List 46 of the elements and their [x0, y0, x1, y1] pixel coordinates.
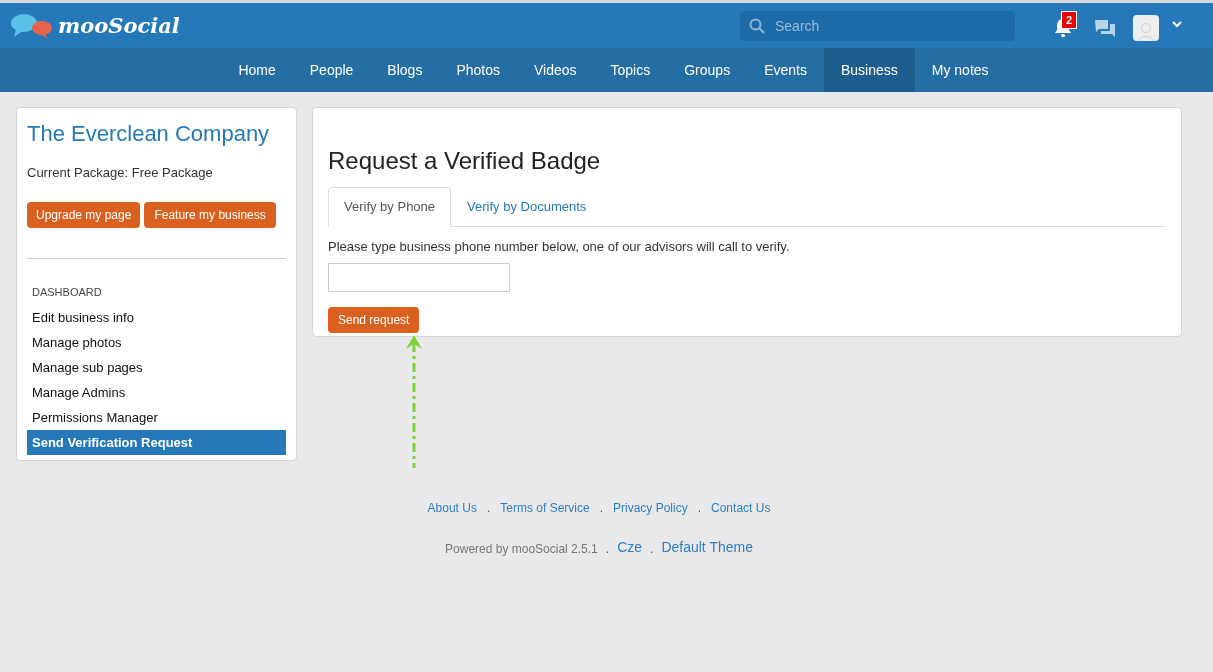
- chat-icon[interactable]: [1095, 20, 1115, 38]
- search-field[interactable]: Search: [740, 11, 1015, 41]
- sidebar-item[interactable]: Manage Admins: [27, 380, 286, 405]
- business-name[interactable]: The Everclean Company: [27, 117, 286, 150]
- speech-bubbles-icon: [10, 11, 54, 40]
- tab[interactable]: Verify by Phone: [328, 187, 452, 227]
- sidebar-item[interactable]: Edit business info: [27, 305, 286, 330]
- upgrade-button[interactable]: Upgrade my page: [27, 201, 141, 228]
- nav-link[interactable]: Blogs: [370, 48, 440, 92]
- instruction-text: Please type business phone number below, one of our advisors will call to verify.: [328, 238, 791, 256]
- notification-count: 2: [1061, 11, 1078, 29]
- phone-field[interactable]: [328, 262, 510, 292]
- nav-link[interactable]: Topics: [593, 48, 668, 92]
- footer-link[interactable]: Default Theme: [661, 537, 753, 558]
- feature-button[interactable]: Feature my business: [144, 201, 276, 228]
- nav-link[interactable]: Events: [747, 48, 824, 92]
- logo-text[interactable]: mooSocial: [58, 9, 180, 42]
- nav-link[interactable]: Photos: [439, 48, 517, 92]
- separator-dot: .: [697, 500, 702, 517]
- sidebar-item[interactable]: Permissions Manager: [27, 405, 286, 430]
- footer-link[interactable]: Contact Us: [711, 499, 771, 517]
- page-title: Request a Verified Badge: [328, 146, 602, 176]
- section-heading: DASHBOARD: [32, 284, 103, 300]
- footer-link[interactable]: Terms of Service: [500, 499, 590, 517]
- separator-dot: .: [599, 500, 603, 517]
- sidebar-item[interactable]: Manage photos: [27, 330, 286, 355]
- nav-link[interactable]: People: [292, 48, 371, 92]
- footer-link[interactable]: Cze: [617, 537, 643, 558]
- nav-link[interactable]: Business: [823, 48, 915, 92]
- search-icon: [749, 18, 765, 34]
- separator-dot: .: [486, 500, 491, 517]
- nav-link[interactable]: Groups: [667, 48, 748, 92]
- footer-link[interactable]: About Us: [427, 499, 477, 517]
- sidebar-item[interactable]: Send Verification Request: [27, 430, 286, 455]
- nav-link[interactable]: Home: [221, 48, 293, 92]
- separator-dot: .: [605, 541, 610, 558]
- sidebar-item[interactable]: Manage sub pages: [27, 355, 286, 380]
- powered-by-text: Powered by mooSocial 2.5.1: [445, 541, 598, 558]
- send-request-button[interactable]: Send request: [328, 306, 420, 333]
- tab[interactable]: Verify by Documents: [451, 187, 603, 226]
- package-text: Current Package: Free Package: [27, 164, 214, 182]
- separator-dot: .: [650, 541, 654, 558]
- nav-link[interactable]: My notes: [914, 48, 1006, 92]
- footer-link[interactable]: Privacy Policy: [613, 499, 688, 517]
- nav-link[interactable]: Videos: [517, 48, 594, 92]
- chevron-down-icon[interactable]: [1172, 21, 1182, 28]
